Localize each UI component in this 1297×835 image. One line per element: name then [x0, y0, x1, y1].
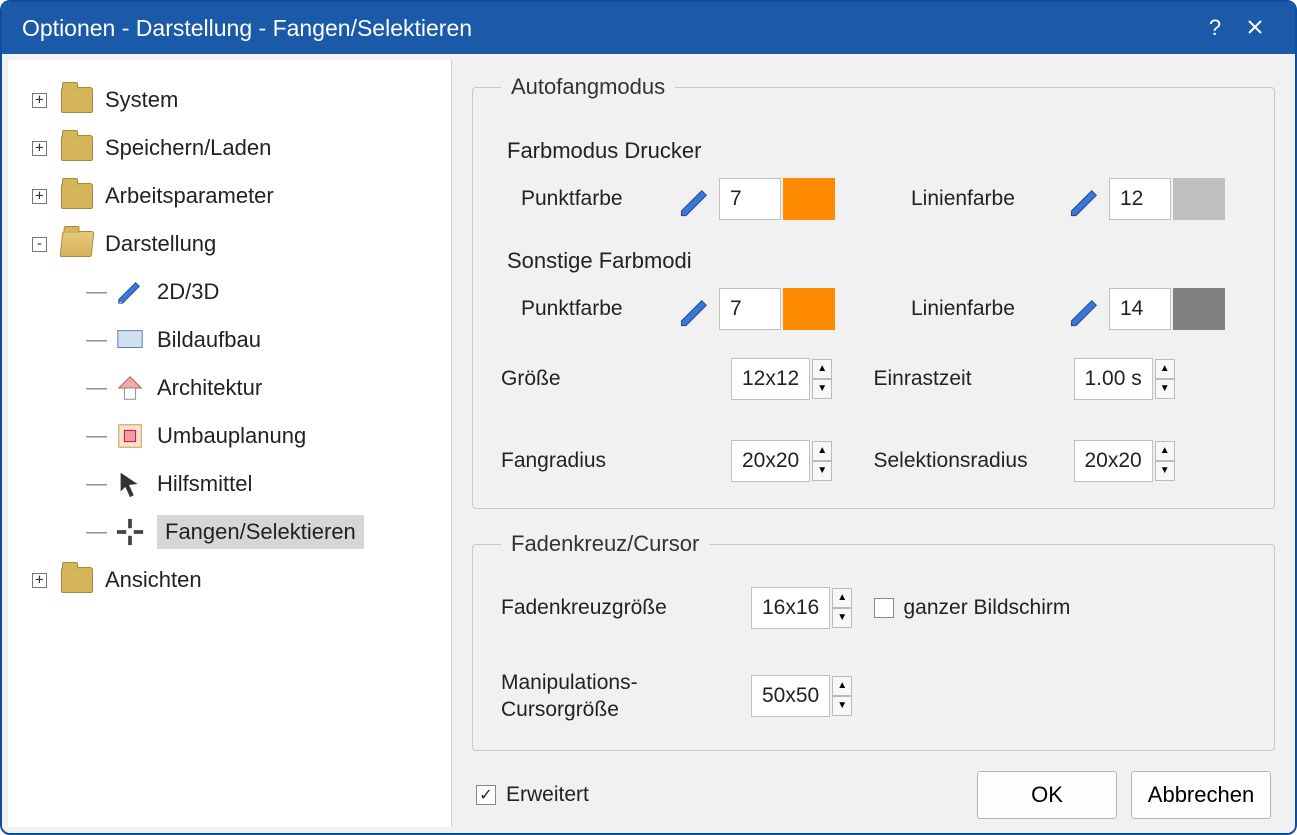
- plan-icon: [113, 421, 147, 451]
- color-picker-button[interactable]: [677, 294, 713, 324]
- expand-icon[interactable]: +: [32, 573, 47, 588]
- expand-icon[interactable]: +: [32, 93, 47, 108]
- spin-up-button[interactable]: ▲: [812, 441, 832, 461]
- tree-node-save[interactable]: + Speichern/Laden: [32, 124, 441, 172]
- label-manip-cursor: Manipulations-Cursorgröße: [501, 669, 751, 724]
- subheading-printer: Farbmodus Drucker: [507, 138, 1246, 164]
- color-picker-button[interactable]: [677, 184, 713, 214]
- selektionsradius-input[interactable]: 20x20: [1074, 440, 1153, 482]
- group-legend: Fadenkreuz/Cursor: [501, 531, 709, 557]
- tree-node-umbauplanung[interactable]: — Umbauplanung: [86, 412, 441, 460]
- tree-node-display[interactable]: - Darstellung: [32, 220, 441, 268]
- fangradius-input[interactable]: 20x20: [731, 440, 810, 482]
- tree-node-system[interactable]: + System: [32, 76, 441, 124]
- label-extended: Erweitert: [506, 783, 589, 807]
- cancel-button[interactable]: Abbrechen: [1131, 771, 1271, 819]
- spin-down-button[interactable]: ▼: [812, 379, 832, 399]
- spin-down-button[interactable]: ▼: [832, 696, 852, 716]
- ok-button[interactable]: OK: [977, 771, 1117, 819]
- spin-up-button[interactable]: ▲: [832, 676, 852, 696]
- label-crosshair-size: Fadenkreuzgröße: [501, 594, 751, 621]
- folder-icon: [61, 567, 93, 593]
- cursor-icon: [113, 469, 147, 499]
- subheading-other: Sonstige Farbmodi: [507, 248, 1246, 274]
- spin-up-button[interactable]: ▲: [1155, 441, 1175, 461]
- tree-node-2d3d[interactable]: — 2D/3D: [86, 268, 441, 316]
- tree-node-bildaufbau[interactable]: — Bildaufbau: [86, 316, 441, 364]
- label-linienfarbe: Linienfarbe: [911, 297, 1061, 321]
- linienfarbe-printer-input[interactable]: 12: [1109, 178, 1171, 220]
- linienfarbe-other-swatch[interactable]: [1173, 288, 1225, 330]
- pencil-icon: [113, 277, 147, 307]
- punktfarbe-printer-swatch[interactable]: [783, 178, 835, 220]
- color-picker-button[interactable]: [1067, 184, 1103, 214]
- tree-connector-icon: —: [86, 472, 105, 496]
- spin-down-button[interactable]: ▼: [1155, 461, 1175, 481]
- close-button[interactable]: [1235, 15, 1275, 41]
- folder-icon: [61, 87, 93, 113]
- crosshair-size-input[interactable]: 16x16: [751, 587, 830, 629]
- titlebar: Optionen - Darstellung - Fangen/Selektie…: [2, 2, 1295, 54]
- label-selektionsradius: Selektionsradius: [874, 449, 1074, 473]
- punktfarbe-printer-input[interactable]: 7: [719, 178, 781, 220]
- help-button[interactable]: ?: [1195, 15, 1235, 41]
- label-fullscreen: ganzer Bildschirm: [904, 596, 1071, 620]
- spin-up-button[interactable]: ▲: [1155, 359, 1175, 379]
- group-autofang: Autofangmodus Farbmodus Drucker Punktfar…: [472, 74, 1275, 509]
- label-punktfarbe: Punktfarbe: [521, 297, 671, 321]
- label-fangradius: Fangradius: [501, 449, 731, 473]
- group-fadenkreuz: Fadenkreuz/Cursor Fadenkreuzgröße 16x16 …: [472, 531, 1275, 751]
- house-icon: [113, 373, 147, 403]
- tree-connector-icon: —: [86, 280, 105, 304]
- tree-node-views[interactable]: + Ansichten: [32, 556, 441, 604]
- group-legend: Autofangmodus: [501, 74, 675, 100]
- crosshair-icon: [113, 517, 147, 547]
- folder-icon: [61, 135, 93, 161]
- spin-down-button[interactable]: ▼: [812, 461, 832, 481]
- dialog-footer: ✓ Erweitert OK Abbrechen: [476, 771, 1271, 819]
- spin-up-button[interactable]: ▲: [832, 588, 852, 608]
- color-picker-button[interactable]: [1067, 294, 1103, 324]
- expand-icon[interactable]: +: [32, 189, 47, 204]
- label-einrastzeit: Einrastzeit: [874, 367, 1074, 391]
- folder-icon: [61, 183, 93, 209]
- linienfarbe-other-input[interactable]: 14: [1109, 288, 1171, 330]
- punktfarbe-other-input[interactable]: 7: [719, 288, 781, 330]
- extended-checkbox[interactable]: ✓: [476, 785, 496, 805]
- tree-node-fangen[interactable]: — Fangen/Selektieren: [86, 508, 441, 556]
- spin-down-button[interactable]: ▼: [1155, 379, 1175, 399]
- category-tree: + System + Speichern/Laden + Arbeitspara…: [8, 60, 452, 827]
- window-title: Optionen - Darstellung - Fangen/Selektie…: [22, 15, 1195, 42]
- manip-cursor-input[interactable]: 50x50: [751, 675, 830, 717]
- options-dialog: Optionen - Darstellung - Fangen/Selektie…: [0, 0, 1297, 835]
- label-size: Größe: [501, 367, 731, 391]
- size-input[interactable]: 12x12: [731, 358, 810, 400]
- label-linienfarbe: Linienfarbe: [911, 187, 1061, 211]
- tree-connector-icon: —: [86, 424, 105, 448]
- spin-down-button[interactable]: ▼: [832, 608, 852, 628]
- screen-icon: [113, 325, 147, 355]
- expand-icon[interactable]: +: [32, 141, 47, 156]
- linienfarbe-printer-swatch[interactable]: [1173, 178, 1225, 220]
- spin-up-button[interactable]: ▲: [812, 359, 832, 379]
- tree-connector-icon: —: [86, 328, 105, 352]
- tree-node-params[interactable]: + Arbeitsparameter: [32, 172, 441, 220]
- tree-node-hilfsmittel[interactable]: — Hilfsmittel: [86, 460, 441, 508]
- label-punktfarbe: Punktfarbe: [521, 187, 671, 211]
- einrastzeit-input[interactable]: 1.00 s: [1074, 358, 1153, 400]
- punktfarbe-other-swatch[interactable]: [783, 288, 835, 330]
- folder-open-icon: [60, 231, 95, 257]
- tree-connector-icon: —: [86, 376, 105, 400]
- tree-connector-icon: —: [86, 520, 105, 544]
- settings-panel: Autofangmodus Farbmodus Drucker Punktfar…: [452, 54, 1295, 833]
- tree-node-architektur[interactable]: — Architektur: [86, 364, 441, 412]
- fullscreen-checkbox[interactable]: [874, 598, 894, 618]
- collapse-icon[interactable]: -: [32, 237, 47, 252]
